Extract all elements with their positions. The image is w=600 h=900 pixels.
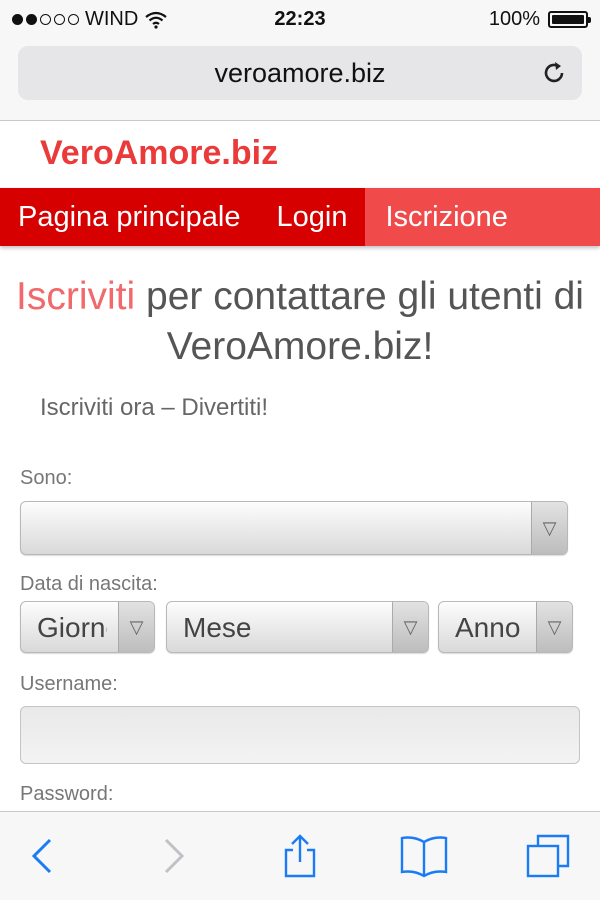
forward-button[interactable] xyxy=(146,828,202,884)
chevron-down-icon: ▽ xyxy=(118,602,154,652)
nav-signup[interactable]: Iscrizione xyxy=(365,188,600,246)
main-nav: Pagina principale Login Iscrizione xyxy=(0,188,600,246)
username-label: Username: xyxy=(20,673,118,695)
gender-select[interactable]: ▽ xyxy=(20,501,568,555)
reload-icon[interactable] xyxy=(540,59,568,87)
headline-rest: per contattare gli utenti di VeroAmore.b… xyxy=(135,275,584,368)
share-button[interactable] xyxy=(272,828,328,884)
month-value: Mese xyxy=(183,612,252,643)
chevron-down-icon: ▽ xyxy=(392,602,428,652)
page-headline: Iscriviti per contattare gli utenti di V… xyxy=(0,272,600,372)
back-button[interactable] xyxy=(14,828,70,884)
browser-address-area: veroamore.biz xyxy=(0,38,600,121)
share-icon xyxy=(284,834,316,878)
status-right: 100% xyxy=(488,8,591,31)
year-value: Anno xyxy=(455,612,521,643)
password-label: Password: xyxy=(20,783,114,805)
book-icon xyxy=(400,836,448,878)
address-bar[interactable]: veroamore.biz xyxy=(18,46,582,100)
username-input[interactable] xyxy=(20,706,580,764)
tabs-icon xyxy=(526,834,570,878)
battery-percent: 100% xyxy=(488,8,540,30)
url-text: veroamore.biz xyxy=(214,58,386,88)
bookmarks-button[interactable] xyxy=(396,828,452,884)
headline-accent: Iscriviti xyxy=(16,275,136,318)
status-bar: WIND 22:23 100% xyxy=(0,0,600,38)
chevron-right-icon xyxy=(164,838,185,874)
tabs-button[interactable] xyxy=(520,828,576,884)
page-subtitle: Iscriviti ora – Divertiti! xyxy=(40,394,269,421)
dob-label: Data di nascita: xyxy=(20,573,158,595)
month-select[interactable]: Mese ▽ xyxy=(166,601,429,653)
chevron-down-icon: ▽ xyxy=(531,502,567,554)
chevron-left-icon xyxy=(31,838,52,874)
nav-login[interactable]: Login xyxy=(258,188,365,246)
year-select[interactable]: Anno ▽ xyxy=(438,601,573,653)
day-value: Giorno xyxy=(37,612,107,643)
nav-home[interactable]: Pagina principale xyxy=(0,188,258,246)
day-select[interactable]: Giorno ▽ xyxy=(20,601,155,653)
browser-toolbar xyxy=(0,811,600,900)
chevron-down-icon: ▽ xyxy=(536,602,572,652)
site-logo[interactable]: VeroAmore.biz xyxy=(40,134,278,173)
battery-icon xyxy=(548,11,591,28)
gender-label: Sono: xyxy=(20,467,73,489)
